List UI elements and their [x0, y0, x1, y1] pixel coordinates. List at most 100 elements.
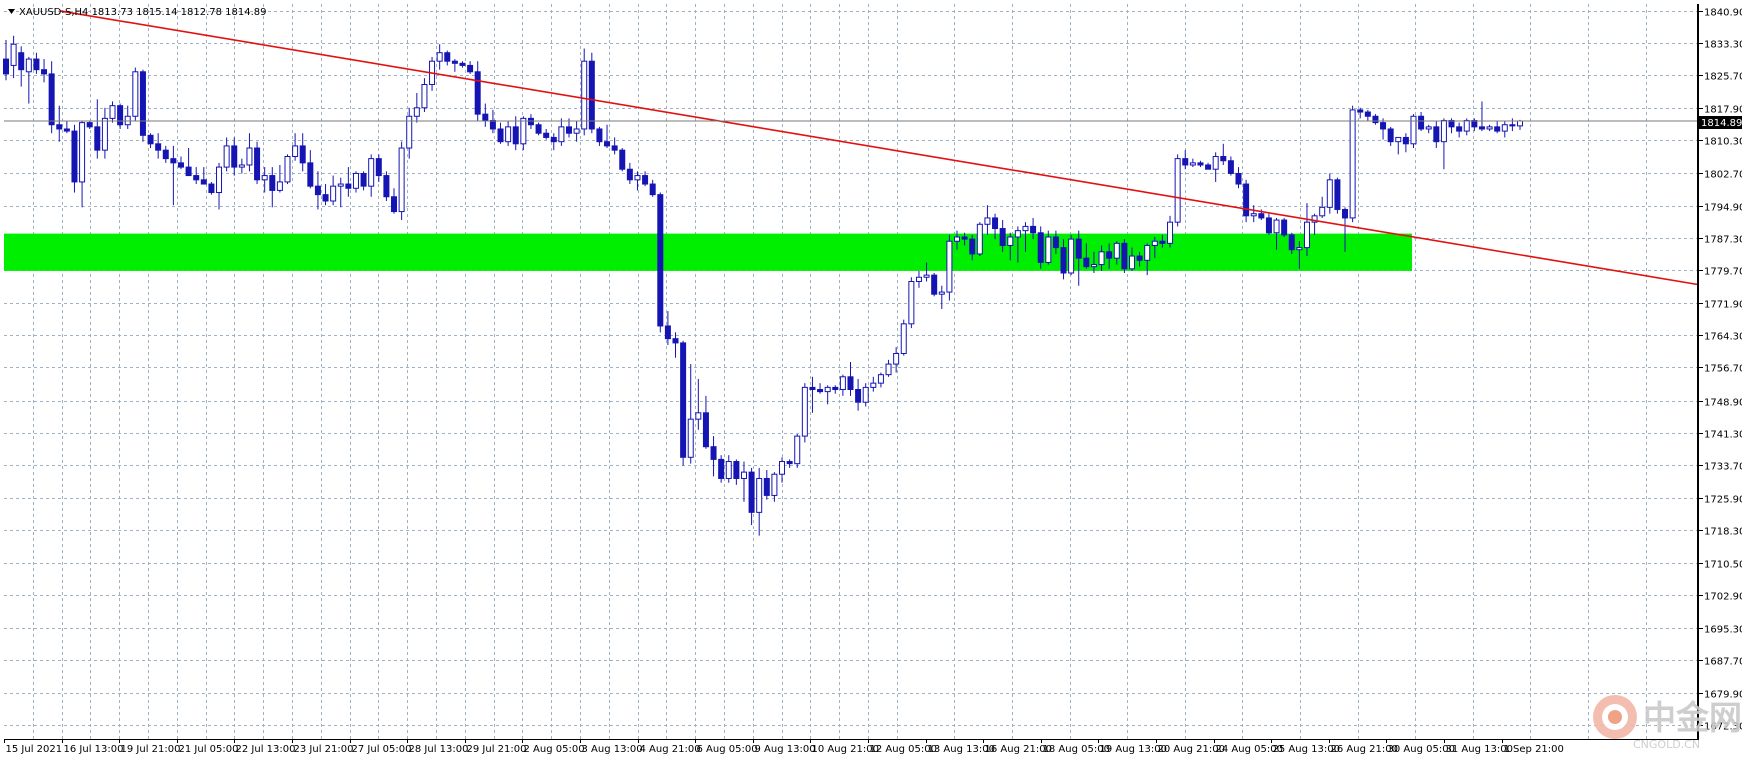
candle-body-down [1060, 247, 1067, 274]
candle-body-up [885, 363, 892, 376]
candle-body-down [1288, 234, 1295, 251]
support-zone[interactable] [4, 233, 1412, 271]
candle-body-down [1037, 232, 1044, 263]
candle-body-up [337, 183, 344, 187]
candle-body-down [345, 183, 352, 189]
chart-header: XAUUSD-S,H4 1813.73 1815.14 1812.78 1814… [8, 7, 267, 18]
candle-body-up [1090, 264, 1097, 268]
candle-body-down [208, 183, 215, 194]
candle-body-up [330, 185, 337, 202]
candle-body-down [41, 69, 48, 75]
candle-body-down [1136, 255, 1143, 261]
candle-body-down [1227, 160, 1234, 174]
candle-body-down [733, 461, 740, 479]
candle [657, 192, 664, 333]
time-tick-label: 6 Aug 05:00 [697, 744, 758, 755]
candle [71, 124, 78, 193]
candle-body-down [604, 141, 611, 147]
price-tick-label: 1718.30 [1704, 527, 1742, 538]
candle-body-down [1265, 217, 1272, 234]
price-tick-label: 1802.70 [1704, 170, 1742, 181]
candle-body-up [284, 156, 291, 183]
time-tick-label: 2 Aug 05:00 [524, 744, 585, 755]
candle-body-up [368, 158, 375, 187]
candle-body-up [946, 240, 953, 293]
candle-body-down [1159, 240, 1166, 244]
candle [1410, 114, 1417, 149]
candle-body-down [147, 134, 154, 145]
candle [1281, 217, 1288, 237]
candle-body-up [976, 223, 983, 255]
candle-body-up [984, 217, 991, 225]
candle-body-down [817, 389, 824, 393]
time-tick-label: 28 Jul 13:00 [409, 744, 469, 755]
chart-canvas[interactable]: 1840.90 1833.30 1825.70 1817.90 1810.30 1802.… [0, 0, 1742, 764]
time-tick-label: 4 Aug 21:00 [640, 744, 701, 755]
candle-body-up [238, 164, 245, 168]
price-tick-label: 1825.70 [1704, 72, 1742, 83]
candle-body-down [626, 168, 633, 181]
candle-body-up [1045, 236, 1052, 263]
candle-body-down [649, 183, 656, 196]
candle [132, 67, 139, 121]
candle-body-down [1197, 162, 1204, 166]
candle [680, 340, 687, 466]
candle-body-down [512, 126, 519, 145]
candle-body-up [862, 386, 869, 403]
candle [284, 154, 291, 185]
price-tick-label: 1725.90 [1704, 495, 1742, 506]
time-tick-label: 21 Jul 05:00 [179, 744, 239, 755]
candle-body-down [155, 143, 162, 151]
price-tick-label: 1810.30 [1704, 137, 1742, 148]
candle-body-down [710, 446, 717, 460]
candle-body-down [482, 113, 489, 121]
candle-body-up [436, 52, 443, 62]
candle-body-down [18, 52, 25, 71]
candle-body-down [809, 386, 816, 391]
candle-body-up [581, 60, 588, 130]
candle-body-up [1463, 119, 1470, 132]
candle-body-down [139, 71, 146, 136]
candle-body-down [185, 166, 192, 177]
symbol-header: XAUUSD-S,H4 1813.73 1815.14 1812.78 1814… [19, 7, 267, 18]
candle-body-up [1326, 179, 1333, 208]
candle-body-down [1456, 126, 1463, 132]
candle-body-down [999, 228, 1006, 246]
price-tick-label: 1764.30 [1704, 332, 1742, 343]
price-tick-label: 1710.50 [1704, 560, 1742, 571]
candle-body-down [63, 128, 70, 132]
candle [1174, 154, 1181, 227]
candle-body-down [177, 162, 184, 168]
candle-body-down [269, 175, 276, 191]
candle-body-up [1022, 225, 1029, 232]
candle-body-down [1418, 115, 1425, 130]
candle-body-down [855, 389, 862, 403]
candle-body-down [1478, 126, 1485, 130]
candle-body-down [444, 52, 451, 62]
candle-body-down [657, 194, 664, 327]
candle-body-down [117, 105, 124, 126]
candle-body-up [938, 291, 945, 295]
candle-body-down [299, 145, 306, 164]
candle-body-down [543, 132, 550, 138]
price-tick-label: 1771.90 [1704, 300, 1742, 311]
candle-body-down [33, 58, 40, 71]
candle-body-up [794, 435, 801, 465]
candle-body-up [725, 461, 732, 479]
candle-body-down [1083, 257, 1090, 268]
candle-body-up [779, 461, 786, 475]
candle-body-up [1250, 213, 1257, 217]
candle-body-down [467, 64, 474, 73]
time-tick-label: 9 Aug 13:00 [755, 744, 816, 755]
candle-body-up [1098, 251, 1105, 266]
candle-body-up [870, 382, 877, 388]
candle-body-down [1243, 183, 1250, 217]
candle [208, 181, 215, 195]
candle-body-down [489, 119, 496, 130]
candle-body-up [756, 477, 763, 513]
candle [619, 148, 626, 172]
candle-body-up [79, 122, 86, 183]
candle-body-up [1425, 126, 1432, 130]
price-chart[interactable]: 1840.90 1833.30 1825.70 1817.90 1810.30 1802.… [0, 0, 1742, 764]
price-tick-label: 1840.90 [1704, 8, 1742, 19]
